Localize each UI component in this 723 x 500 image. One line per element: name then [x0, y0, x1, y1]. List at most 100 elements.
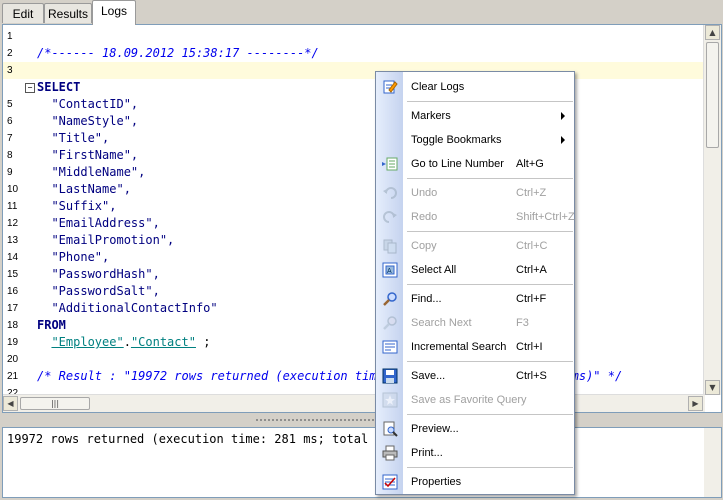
menu-item-save[interactable]: Save... Ctrl+S [376, 364, 574, 388]
menu-item-markers[interactable]: Markers [376, 104, 574, 128]
vertical-scrollbar[interactable]: ▲ ▼ [703, 25, 721, 395]
menu-item-save-as-favorite-query[interactable]: Save as Favorite Query [376, 388, 574, 412]
results-pane[interactable]: 19972 rows returned (execution time: 281… [2, 427, 722, 498]
line-number: 17 [7, 303, 19, 314]
copy-icon [382, 238, 398, 254]
menu-item-redo[interactable]: Redo Shift+Ctrl+Z [376, 205, 575, 229]
code-line[interactable]: − SELECT [3, 79, 703, 96]
code-line[interactable]: 2 /*------ 18.09.2012 15:38:17 --------*/ [3, 45, 703, 62]
log-editor[interactable]: 1 2/*------ 18.09.2012 15:38:17 --------*… [2, 24, 722, 413]
line-number: 18 [7, 320, 19, 331]
vertical-scroll-thumb[interactable] [706, 42, 719, 148]
line-number: 13 [7, 235, 19, 246]
menu-separator [407, 361, 573, 362]
line-number: 16 [7, 286, 19, 297]
scroll-left-button[interactable]: ◀ [3, 396, 18, 411]
menu-item-find[interactable]: Find... Ctrl+F [376, 287, 574, 311]
schema-identifier[interactable]: "Employee" [51, 335, 123, 349]
menu-item-label: Save as Favorite Query [411, 394, 527, 406]
menu-item-shortcut: F3 [516, 317, 529, 329]
pane-splitter[interactable] [0, 413, 723, 427]
code-text: "ContactID", [37, 97, 139, 111]
code-line[interactable]: 1 [3, 28, 703, 45]
code-line[interactable]: 15 "PasswordHash", [3, 266, 703, 283]
results-scrollbar[interactable] [704, 428, 721, 497]
code-text: "Title", [37, 131, 110, 145]
splitter-grip[interactable] [255, 418, 385, 422]
menu-separator [407, 467, 573, 468]
code-line[interactable]: 5 "ContactID", [3, 96, 703, 113]
menu-item-label: Search Next [411, 317, 472, 329]
preview-icon [382, 421, 398, 437]
code-line[interactable]: 17 "AdditionalContactInfo" [3, 300, 703, 317]
tab-logs[interactable]: Logs [92, 0, 136, 25]
menu-item-clear-logs[interactable]: Clear Logs [376, 75, 574, 99]
code-text: "NameStyle", [37, 114, 139, 128]
code-line[interactable]: 21/* Result : "19972 rows returned (exec… [3, 368, 703, 385]
code-line[interactable]: 9 "MiddleName", [3, 164, 703, 181]
scroll-down-button[interactable]: ▼ [705, 380, 720, 395]
code-text: "Phone", [37, 250, 110, 264]
favorite-query-icon [382, 392, 398, 408]
scroll-up-button[interactable]: ▲ [705, 25, 720, 40]
submenu-arrow-icon [561, 136, 565, 144]
code-text: "PasswordHash", [37, 267, 160, 281]
line-number: 14 [7, 252, 19, 263]
menu-item-label: Copy [411, 240, 437, 252]
menu-item-label: Markers [411, 110, 451, 122]
menu-item-preview[interactable]: Preview... [376, 417, 574, 441]
horizontal-scrollbar[interactable]: ◀ ||| ▶ [3, 394, 705, 412]
menu-item-shortcut: Ctrl+A [516, 264, 547, 276]
menu-item-label: Print... [411, 447, 443, 459]
menu-item-shortcut: Ctrl+C [516, 240, 548, 252]
menu-item-copy[interactable]: Copy Ctrl+C [376, 234, 574, 258]
code-text: "AdditionalContactInfo" [37, 301, 218, 315]
menu-item-print[interactable]: Print... [376, 441, 574, 465]
menu-item-go-to-line-number[interactable]: Go to Line Number Alt+G [376, 152, 574, 176]
tab-edit[interactable]: Edit [2, 3, 44, 23]
code-line[interactable]: 16 "PasswordSalt", [3, 283, 703, 300]
code-line[interactable]: 12 "EmailAddress", [3, 215, 703, 232]
menu-item-select-all[interactable]: A Select All Ctrl+A [376, 258, 574, 282]
line-number: 20 [7, 354, 19, 365]
code-line[interactable]: 11 "Suffix", [3, 198, 703, 215]
menu-item-toggle-bookmarks[interactable]: Toggle Bookmarks [376, 128, 574, 152]
code-line[interactable]: 14 "Phone", [3, 249, 703, 266]
menu-item-label: Properties [411, 476, 462, 488]
fold-toggle-icon[interactable]: − [25, 83, 35, 93]
tab-results[interactable]: Results [44, 3, 92, 23]
menu-item-shortcut: Ctrl+S [516, 370, 547, 382]
search-next-icon [382, 315, 398, 331]
code-line[interactable]: 18 FROM [3, 317, 703, 334]
menu-item-incremental-search[interactable]: Incremental Search Ctrl+I [376, 335, 574, 359]
code-text: "LastName", [37, 182, 131, 196]
scroll-right-button[interactable]: ▶ [688, 396, 703, 411]
code-line[interactable]: 13 "EmailPromotion", [3, 232, 703, 249]
code-line[interactable]: 10 "LastName", [3, 181, 703, 198]
code-line[interactable]: 6 "NameStyle", [3, 113, 703, 130]
menu-item-label: Clear Logs [411, 81, 465, 93]
code-line[interactable]: 8 "FirstName", [3, 147, 703, 164]
menu-item-properties[interactable]: Properties [376, 470, 574, 494]
menu-item-label: Incremental Search [411, 341, 507, 353]
menu-item-shortcut: Ctrl+F [516, 293, 547, 305]
line-number: 15 [7, 269, 19, 280]
code-text: /*------ 18.09.2012 15:38:17 --------*/ [37, 46, 319, 60]
line-number: 3 [7, 65, 13, 76]
table-identifier[interactable]: "Contact" [131, 335, 196, 349]
menu-item-undo[interactable]: Undo Ctrl+Z [376, 181, 574, 205]
menu-separator [407, 231, 573, 232]
horizontal-scroll-thumb[interactable]: ||| [20, 397, 90, 410]
code-line[interactable]: 19 "Employee"."Contact" ; [3, 334, 703, 351]
svg-text:A: A [387, 268, 392, 275]
menu-item-shortcut: Ctrl+I [516, 341, 543, 353]
menu-item-search-next[interactable]: Search Next F3 [376, 311, 574, 335]
code-line[interactable]: 7 "Title", [3, 130, 703, 147]
menu-item-label: Save... [411, 370, 446, 382]
menu-item-shortcut: Ctrl+Z [516, 187, 547, 199]
code-line[interactable]: 3 [3, 62, 703, 79]
code-text: "PasswordSalt", [37, 284, 160, 298]
code-text: "MiddleName", [37, 165, 146, 179]
code-line[interactable]: 20 [3, 351, 703, 368]
save-icon [382, 368, 398, 384]
